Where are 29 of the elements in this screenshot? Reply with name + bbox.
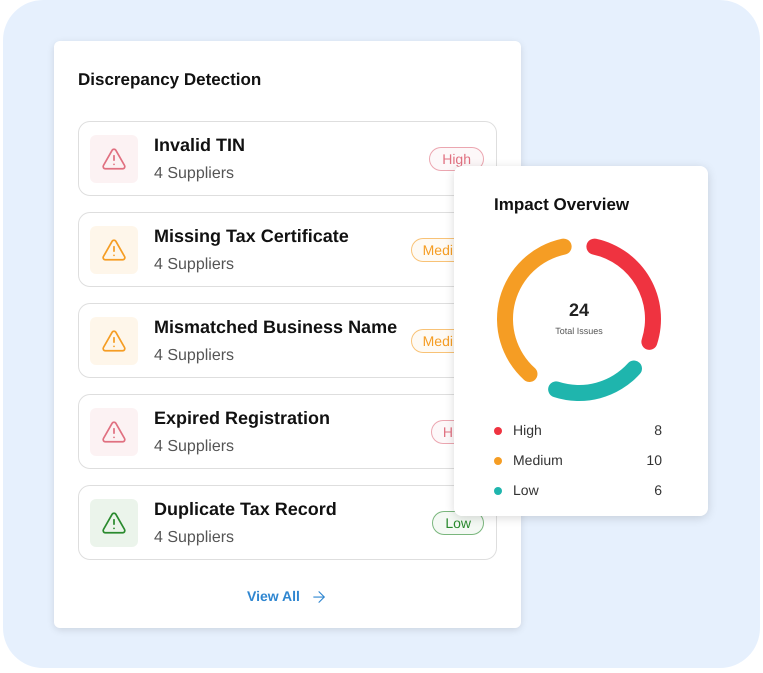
severity-badge: H [430,420,454,444]
issue-card[interactable]: Expired Registration 4 Suppliers H [78,394,454,469]
issue-card[interactable]: Mismatched Business Name 4 Suppliers Medi [78,303,454,378]
total-label: Total Issues [555,325,603,338]
view-all-link[interactable]: View All [247,586,328,607]
issue-card[interactable]: Invalid TIN 4 Suppliers High [78,121,497,196]
issue-title: Expired Registration [154,406,332,430]
legend-label: Low [513,481,540,500]
supplier-count: 4 Suppliers [154,346,236,366]
legend-label: High [513,421,543,440]
legend-value: 10 [646,451,662,470]
supplier-count: 4 Suppliers [154,528,236,548]
issue-title: Mismatched Business Name [154,316,398,338]
legend-value: 8 [654,421,662,440]
panel-title: Impact Overview [494,194,630,216]
issue-title: Duplicate Tax Record [154,498,338,520]
supplier-count: 4 Suppliers [154,254,236,274]
supplier-count: 4 Suppliers [154,436,236,456]
issue-title: Invalid TIN [154,134,246,156]
severity-badge: Medi [410,238,454,262]
severity-badge: Medi [410,328,454,352]
issue-card[interactable]: Duplicate Tax Record 4 Suppliers Low [78,485,497,560]
panel-title: Discrepancy Detection [78,69,262,91]
issue-card[interactable]: Missing Tax Certificate 4 Suppliers Medi [78,212,454,287]
total-count: 24 [568,299,590,322]
supplier-count: 4 Suppliers [154,164,236,184]
issue-title: Missing Tax Certificate [154,224,350,248]
legend-value: 6 [654,481,662,500]
legend-label: Medium [513,451,564,470]
